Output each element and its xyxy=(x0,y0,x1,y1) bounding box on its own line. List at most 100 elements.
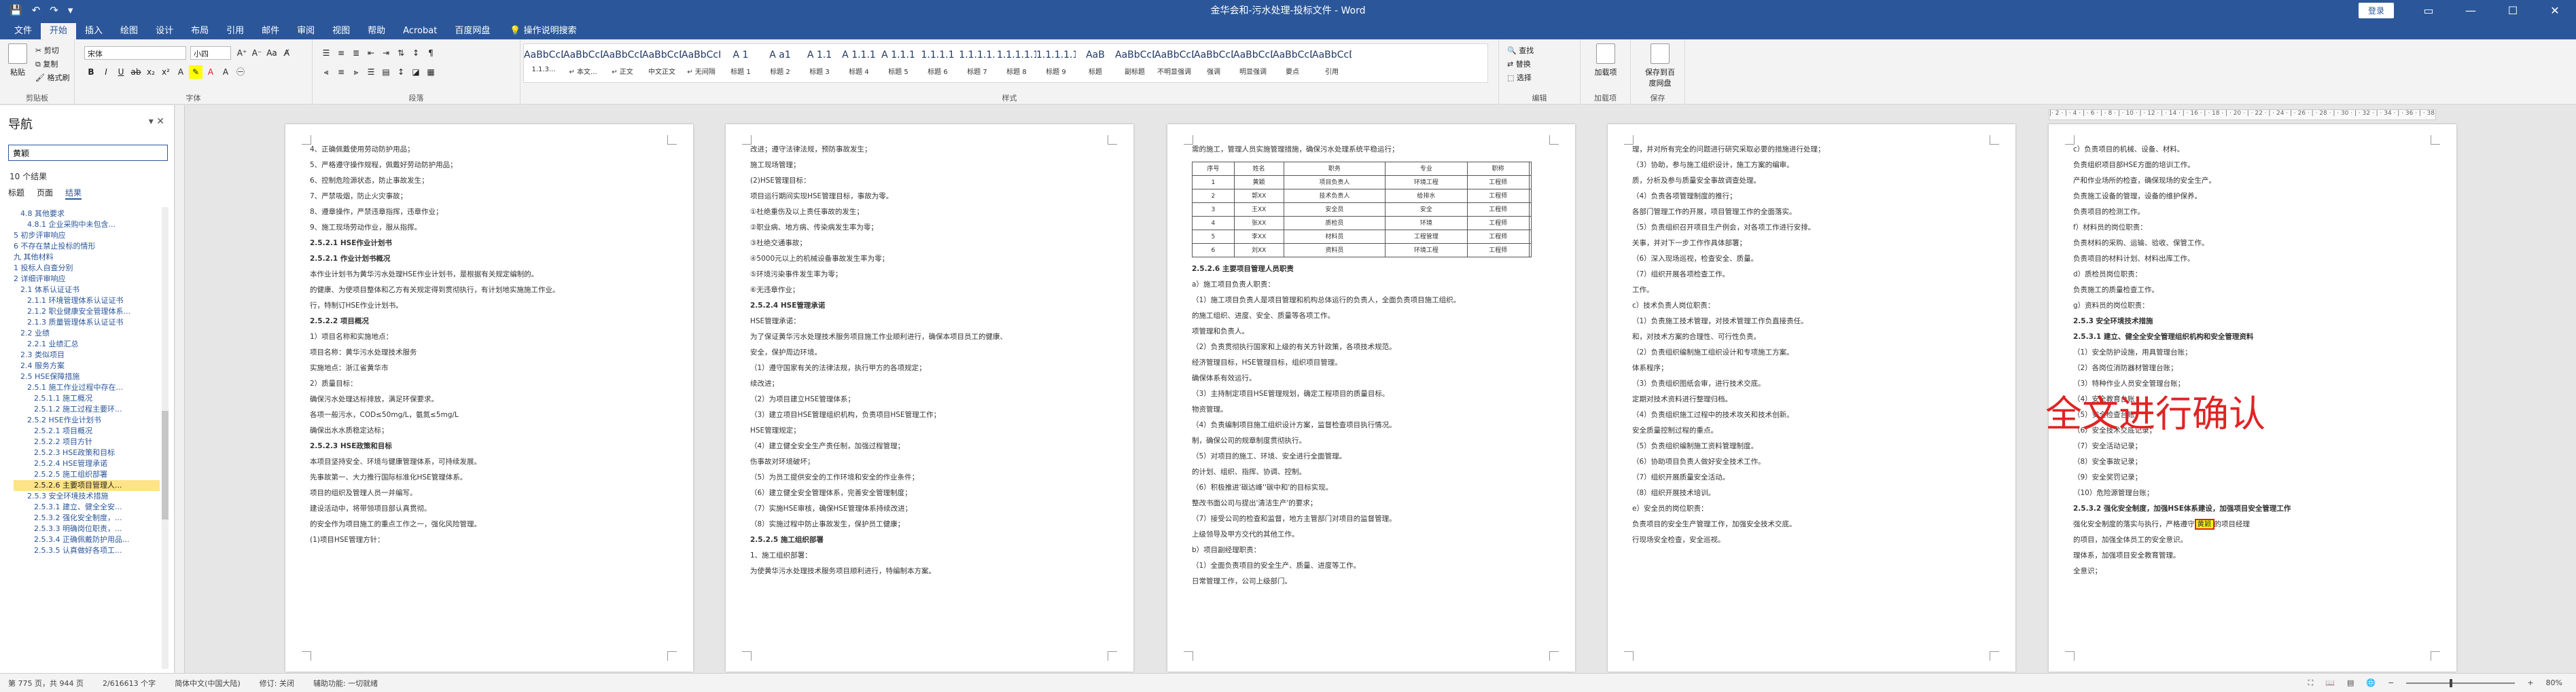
maximize-icon[interactable]: ☐ xyxy=(2492,0,2534,20)
nav-heading-item[interactable]: 2.5.2.6 主要项目管理人... xyxy=(14,480,160,491)
copy-button[interactable]: ⧉ 复制 xyxy=(35,58,58,69)
style-item[interactable]: AaBbCcDd 明显强调 xyxy=(1233,44,1273,82)
minimize-icon[interactable]: — xyxy=(2450,0,2492,20)
tab-help[interactable]: 帮助 xyxy=(359,23,394,39)
nav-heading-item[interactable]: 2 详细评审响应 xyxy=(14,274,160,285)
nav-heading-item[interactable]: 2.5.2 HSE作业计划书 xyxy=(14,415,160,426)
tab-review[interactable]: 审阅 xyxy=(288,23,323,39)
tab-home[interactable]: 开始 xyxy=(41,23,77,39)
style-item[interactable]: A 1.1 标题 3 xyxy=(800,44,839,82)
nav-heading-item[interactable]: 2.5 HSE保障措施 xyxy=(14,371,160,382)
style-item[interactable]: AaBbCcDc ↵ 本文... xyxy=(563,44,603,82)
shading-icon[interactable]: ◪ xyxy=(409,65,423,79)
nav-heading-item[interactable]: 2.2 业绩 xyxy=(14,328,160,339)
document-page[interactable]: 理，并对所有完全的问题进行研究采取必要的措施进行处理； （3）协助，参与施工组织设… xyxy=(1608,124,2015,672)
addins-button[interactable]: 加载项 xyxy=(1592,43,1619,77)
track-changes-status[interactable]: 修订: 关闭 xyxy=(260,678,294,689)
zoom-in-icon[interactable]: + xyxy=(2527,678,2533,687)
nav-heading-item[interactable]: 2.2.1 业绩汇总 xyxy=(14,339,160,350)
nav-search-input[interactable] xyxy=(8,145,168,161)
nav-heading-item[interactable]: 2.5.3.3 明确岗位职责，... xyxy=(14,524,160,534)
style-item[interactable]: AaBbCcDd 不明显强调 xyxy=(1154,44,1194,82)
nav-heading-item[interactable]: 2.1.3 质量管理体系认证证书 xyxy=(14,317,160,328)
style-item[interactable]: A 1 标题 1 xyxy=(721,44,760,82)
zoom-knob[interactable] xyxy=(2450,678,2453,687)
tab-mailings[interactable]: 邮件 xyxy=(253,23,288,39)
page-indicator[interactable]: 第 775 页，共 944 页 xyxy=(8,678,84,689)
highlight-icon[interactable]: ✎ xyxy=(189,65,202,79)
save-to-baidu-button[interactable]: 保存到百度网盘 xyxy=(1644,43,1676,88)
print-layout-icon[interactable]: ▤ xyxy=(2347,678,2354,687)
line-spacing-icon[interactable]: ↕ xyxy=(394,65,408,79)
shrink-font-icon[interactable]: A⁻ xyxy=(250,46,264,60)
align-center-icon[interactable]: ≡ xyxy=(334,65,348,79)
justify-icon[interactable]: ☰ xyxy=(364,65,378,79)
nav-tab-results[interactable]: 结果 xyxy=(65,187,82,200)
align-right-icon[interactable]: ⫸ xyxy=(349,65,363,79)
tab-insert[interactable]: 插入 xyxy=(76,23,111,39)
nav-scroll-thumb[interactable] xyxy=(162,411,169,520)
nav-heading-item[interactable]: 2.5.2.1 项目概况 xyxy=(14,426,160,437)
subscript-icon[interactable]: x₂ xyxy=(144,65,158,79)
tab-layout[interactable]: 布局 xyxy=(182,23,217,39)
change-case-icon[interactable]: Aa xyxy=(265,46,279,60)
style-item[interactable]: AaBbCcDd 引用 xyxy=(1312,44,1352,82)
nav-heading-item[interactable]: 4.8.1 企业采购中未包含... xyxy=(14,219,160,230)
superscript-icon[interactable]: x² xyxy=(159,65,173,79)
char-shading-icon[interactable]: A xyxy=(219,65,232,79)
tab-acrobat[interactable]: Acrobat xyxy=(394,23,446,39)
nav-scrollbar[interactable] xyxy=(162,207,169,669)
bullets-icon[interactable]: ☰ xyxy=(319,46,333,60)
nav-heading-item[interactable]: 2.1.1 环境管理体系认证证书 xyxy=(14,295,160,306)
login-button[interactable]: 登录 xyxy=(2358,2,2394,18)
nav-heading-item[interactable]: 2.5.2.5 施工组织部署 xyxy=(14,469,160,480)
style-item[interactable]: AaBbCcDd 强调 xyxy=(1194,44,1233,82)
language-indicator[interactable]: 简体中文(中国大陆) xyxy=(175,678,241,689)
document-page[interactable]: 需的施工，管理人员实施管理措施，确保污水处理系统平稳运行； 序号 姓名 职务 专业 职称… xyxy=(1167,124,1575,672)
tell-me-search[interactable]: 💡 操作说明搜索 xyxy=(499,23,587,39)
close-icon[interactable]: ✕ xyxy=(2534,0,2576,20)
nav-heading-item[interactable]: 2.1.2 职业健康安全管理体系... xyxy=(14,306,160,317)
bold-icon[interactable]: B xyxy=(84,65,98,79)
italic-icon[interactable]: I xyxy=(99,65,113,79)
style-item[interactable]: AaBbCcI ↵ 无间隔 xyxy=(682,44,721,82)
align-left-icon[interactable]: ⫷ xyxy=(319,65,333,79)
nav-tab-pages[interactable]: 页面 xyxy=(37,187,53,200)
select-button[interactable]: ⬚ 选择 xyxy=(1507,72,1532,83)
redo-icon[interactable]: ↷ xyxy=(50,4,58,16)
style-item[interactable]: 1.1.1.1.1 标题 8 xyxy=(997,44,1036,82)
accessibility-status[interactable]: 辅助功能: 一切就绪 xyxy=(313,678,378,689)
zoom-slider[interactable] xyxy=(2406,678,2516,687)
style-item[interactable]: 1.1.1.1. 标题 7 xyxy=(957,44,997,82)
style-item[interactable]: AaB 标题 xyxy=(1076,44,1115,82)
style-item[interactable]: 1.1.1.1.1. 标题 9 xyxy=(1036,44,1076,82)
nav-heading-item[interactable]: 2.5.1 施工作业过程中存在... xyxy=(14,382,160,393)
tab-view[interactable]: 视图 xyxy=(323,23,359,39)
zoom-out-icon[interactable]: − xyxy=(2388,678,2394,687)
nav-heading-item[interactable]: 2.3 类似项目 xyxy=(14,350,160,361)
nav-heading-item[interactable]: 2.5.3 安全环境技术措施 xyxy=(14,491,160,502)
clear-format-icon[interactable]: A̸ xyxy=(280,46,294,60)
nav-heading-item[interactable]: 九 其他材料 xyxy=(14,252,160,263)
tab-draw[interactable]: 绘图 xyxy=(111,23,147,39)
read-mode-icon[interactable]: 📖 xyxy=(2325,678,2335,687)
web-layout-icon[interactable]: 🌐 xyxy=(2366,678,2376,687)
document-page[interactable]: 4、正确佩戴使用劳动防护用品； 5、严格遵守操作规程，佩戴好劳动防护用品； 6、控制… xyxy=(285,124,693,672)
document-area[interactable]: |· 2 · | · 4 · | · 6 · | · 8 · | · 10 · … xyxy=(175,105,2576,673)
focus-mode-icon[interactable]: ⛶ xyxy=(2308,678,2314,688)
nav-heading-item[interactable]: 2.5.2.4 HSE管理承诺 xyxy=(14,458,160,469)
nav-heading-item[interactable]: 2.5.2.2 项目方针 xyxy=(14,437,160,448)
nav-heading-item[interactable]: 2.5.3.2 强化安全制度，... xyxy=(14,513,160,524)
style-item[interactable]: AaBbCcDc 中文正文 xyxy=(642,44,682,82)
nav-tab-headings[interactable]: 标题 xyxy=(8,187,24,200)
style-item[interactable]: A a1 标题 2 xyxy=(760,44,800,82)
save-icon[interactable]: 💾 xyxy=(10,4,22,16)
style-item[interactable]: AaBbCcD 副标题 xyxy=(1115,44,1154,82)
nav-heading-item[interactable]: 2.5.1.2 施工过程主要环... xyxy=(14,404,160,415)
font-name-combo[interactable]: 宋体 xyxy=(84,46,186,60)
nav-heading-item[interactable]: 2.5.3.5 认真做好各项工... xyxy=(14,545,160,556)
style-item[interactable]: AaBbCcDd 要点 xyxy=(1273,44,1312,82)
find-button[interactable]: 🔍 查找 xyxy=(1507,45,1534,56)
tab-references[interactable]: 引用 xyxy=(217,23,253,39)
multilevel-list-icon[interactable]: ≣ xyxy=(349,46,363,60)
